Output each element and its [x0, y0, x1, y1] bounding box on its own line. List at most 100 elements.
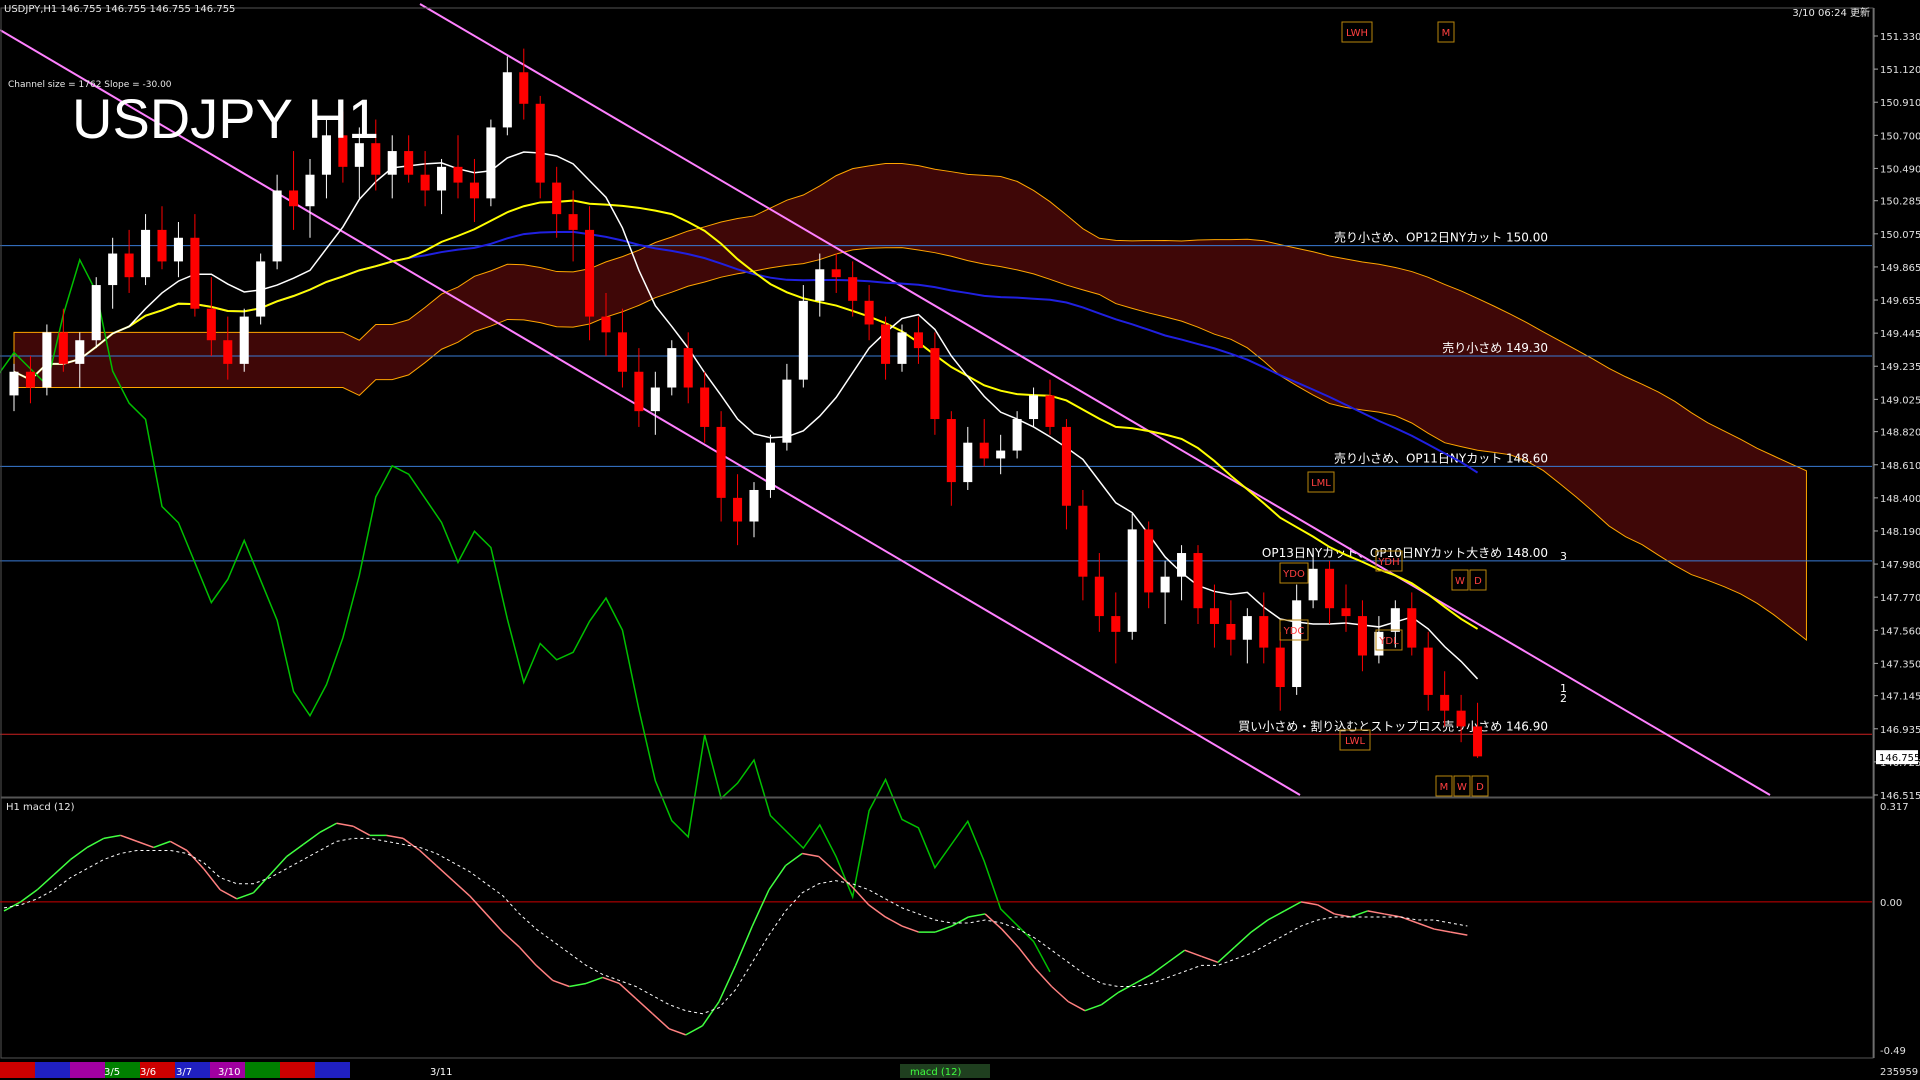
- level-box-label: YDH: [1377, 557, 1399, 568]
- candle-body: [1407, 608, 1417, 648]
- chart-canvas[interactable]: 売り小さめ、OP12日NYカット 150.00 売り小さめ 149.30 売り小さめ…: [0, 0, 1920, 1080]
- candle-body: [749, 489, 759, 522]
- candle-body: [1242, 616, 1252, 640]
- candle-body: [1390, 608, 1400, 632]
- candle-body: [700, 387, 710, 427]
- macd-main-segment: [751, 889, 770, 927]
- candle-body: [650, 387, 660, 412]
- macd-main-segment: [1084, 1003, 1102, 1012]
- macd-main-segment: [485, 913, 504, 933]
- date-label: 3/5: [104, 1067, 120, 1078]
- macd-main-segment: [469, 895, 487, 915]
- candle-body: [1061, 426, 1071, 506]
- candle-body: [502, 72, 512, 128]
- bottom-bar: 3/5 3/6 3/7 3/10 3/11 macd (12) 235959: [0, 1062, 1918, 1078]
- candle-body: [289, 190, 299, 207]
- candle-body: [469, 182, 479, 199]
- candle-body: [141, 229, 151, 278]
- candle-body: [881, 324, 891, 364]
- candle-body: [1078, 505, 1088, 577]
- macd-main-segment: [802, 852, 819, 858]
- candle-body: [815, 269, 825, 301]
- candle-body: [1456, 710, 1466, 727]
- macd-main-segment: [1284, 901, 1302, 912]
- candle-body: [1292, 600, 1302, 688]
- candle-body: [239, 316, 249, 364]
- candle-body: [75, 340, 85, 364]
- macd-main-segment: [1017, 946, 1036, 969]
- macd-main-segment: [452, 880, 471, 897]
- candle-body: [585, 229, 595, 317]
- macd-main-segment: [734, 925, 754, 966]
- macd-main-segment: [1117, 982, 1136, 994]
- level-box-label: W: [1455, 576, 1465, 587]
- level-box-label: YDC: [1283, 626, 1305, 637]
- candle-body: [1259, 616, 1269, 648]
- candle-body: [1473, 726, 1483, 757]
- macd-main-segment: [968, 913, 986, 918]
- macd-main-segment: [502, 931, 521, 948]
- macd-main-segment: [818, 855, 836, 873]
- level-box-label: D: [1474, 576, 1482, 587]
- candle-body: [1160, 576, 1170, 593]
- candle-body: [1440, 694, 1450, 711]
- macd-main-segment: [1350, 910, 1368, 918]
- candle-body: [979, 442, 989, 459]
- level-box-label: M: [1442, 28, 1451, 39]
- price-tick-label: 150.700: [1880, 131, 1920, 142]
- macd-main-segment: [1134, 973, 1152, 985]
- level-label: 買い小さめ・割り込むとストップロス売り小さめ 146.90: [1238, 718, 1548, 733]
- macd-main-segment: [1450, 931, 1468, 936]
- macd-main-segment: [1234, 931, 1252, 948]
- candle-body: [1226, 623, 1236, 640]
- macd-main-segment: [1317, 904, 1335, 915]
- macd-main-segment: [53, 858, 72, 876]
- date-label: 3/7: [176, 1067, 192, 1078]
- date-label: 3/11: [430, 1067, 452, 1078]
- price-tick-label: 148.820: [1880, 428, 1920, 439]
- candle-body: [1144, 529, 1154, 593]
- candle-body: [913, 332, 923, 349]
- date-segment: [315, 1062, 350, 1078]
- candle-body: [486, 127, 496, 199]
- macd-main-segment: [1051, 985, 1069, 1003]
- candle-body: [1094, 576, 1104, 617]
- level-box-label: LWL: [1345, 736, 1366, 747]
- macd-main-segment: [552, 979, 570, 988]
- price-tick-label: 149.655: [1880, 296, 1920, 307]
- level-label: 売り小さめ、OP12日NYカット 150.00: [1334, 230, 1548, 245]
- macd-main-segment: [934, 925, 953, 933]
- level-box-label: W: [1457, 782, 1467, 793]
- price-tick-label: 151.330: [1880, 32, 1920, 43]
- macd-main-segment: [585, 976, 603, 985]
- macd-main-segment: [252, 874, 271, 894]
- candle-body: [1127, 529, 1137, 632]
- price-tick-label: 147.770: [1880, 593, 1920, 604]
- candle-body: [831, 269, 841, 278]
- level-label: 売り小さめ、OP11日NYカット 148.60: [1334, 450, 1548, 465]
- macd-main-segment: [36, 874, 55, 891]
- macd-main-segment: [535, 964, 554, 982]
- macd-signal-line: [3, 837, 1468, 1015]
- price-tick-label: 148.610: [1880, 461, 1920, 472]
- macd-main-segment: [153, 840, 171, 849]
- date-label: 3/6: [140, 1067, 156, 1078]
- candle-body: [519, 72, 529, 104]
- candle-body: [667, 348, 677, 388]
- macd-main-segment: [884, 916, 903, 927]
- candle-body: [404, 151, 414, 175]
- macd-panel-frame: [0, 797, 1874, 1059]
- macd-main-segment: [269, 855, 288, 876]
- bar-count-label: 235959: [1880, 1067, 1918, 1078]
- price-tick-label: 146.935: [1880, 725, 1920, 736]
- macd-main-segment: [70, 846, 88, 861]
- macd-main-segment: [1184, 949, 1202, 957]
- candle-body: [765, 442, 775, 490]
- date-segment: [0, 1062, 35, 1078]
- date-segment: [70, 1062, 105, 1078]
- price-tick-label: 148.190: [1880, 527, 1920, 538]
- level-box-label: M: [1440, 782, 1449, 793]
- candlesticks: [9, 48, 1483, 758]
- candle-body: [173, 237, 183, 262]
- candle-body: [930, 348, 940, 420]
